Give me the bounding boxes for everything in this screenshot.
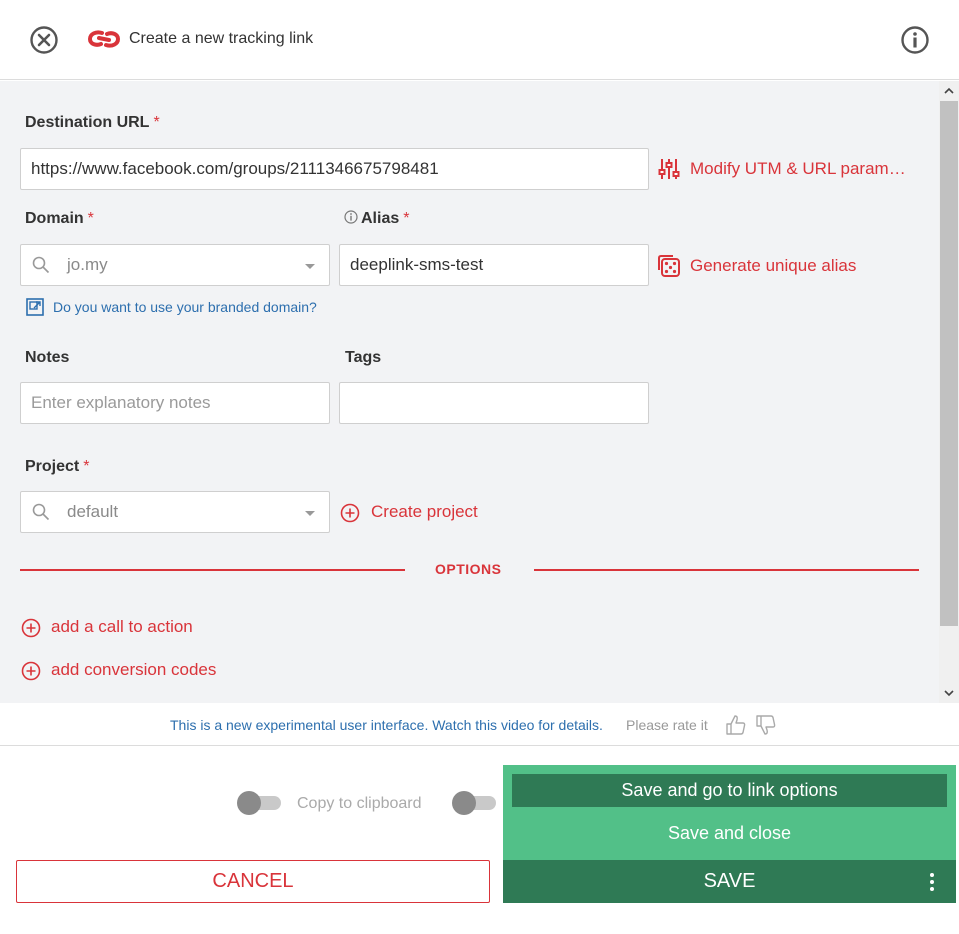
alias-label: Alias * <box>344 210 409 228</box>
feedback-bar: This is a new experimental user interfac… <box>0 704 959 746</box>
thumbs-down-icon[interactable] <box>755 714 777 736</box>
search-icon <box>32 256 50 274</box>
second-option-toggle[interactable] <box>452 791 498 815</box>
info-icon[interactable] <box>900 25 930 55</box>
scroll-thumb[interactable] <box>940 101 958 626</box>
alias-info-icon[interactable] <box>344 210 358 224</box>
project-value: default <box>67 502 119 521</box>
save-and-close[interactable]: Save and close <box>512 817 947 850</box>
page-title: Create a new tracking link <box>129 30 314 47</box>
destination-url-input[interactable]: https://www.facebook.com/groups/21113466… <box>20 148 649 190</box>
chevron-down-icon <box>305 511 315 516</box>
chain-link-logo-icon <box>87 27 121 51</box>
tags-label: Tags <box>345 349 382 366</box>
sliders-icon[interactable] <box>658 158 680 180</box>
rate-it-text: Please rate it <box>626 717 708 733</box>
branded-domain-link[interactable]: Do you want to use your branded domain? <box>53 299 317 315</box>
scroll-down-arrow-icon[interactable] <box>939 683 959 703</box>
domain-value: jo.my <box>67 255 108 274</box>
cancel-button[interactable]: CANCEL <box>16 860 490 903</box>
search-icon <box>32 503 50 521</box>
plus-circle-icon[interactable] <box>21 618 41 638</box>
generate-alias-link[interactable]: Generate unique alias <box>690 256 856 276</box>
domain-label: Domain * <box>25 210 94 227</box>
create-project-link[interactable]: Create project <box>371 502 478 522</box>
scrollbar[interactable] <box>939 81 959 703</box>
thumbs-up-icon[interactable] <box>725 714 747 736</box>
destination-url-label: Destination URL * <box>25 114 160 131</box>
add-call-to-action-link[interactable]: add a call to action <box>51 617 193 637</box>
notes-label: Notes <box>25 349 70 366</box>
form-panel: Destination URL * https://www.facebook.co… <box>0 81 959 703</box>
modify-utm-link[interactable]: Modify UTM & URL param… <box>690 159 906 179</box>
experimental-ui-video-link[interactable]: This is a new experimental user interfac… <box>170 717 603 733</box>
header: Create a new tracking link <box>0 0 959 80</box>
save-button[interactable]: SAVE <box>503 860 956 903</box>
divider-left <box>20 569 405 571</box>
plus-circle-icon[interactable] <box>340 503 360 523</box>
tags-input[interactable] <box>339 382 649 424</box>
divider-right <box>534 569 919 571</box>
plus-circle-icon[interactable] <box>21 661 41 681</box>
copy-to-clipboard-label: Copy to clipboard <box>297 795 422 812</box>
scroll-up-arrow-icon[interactable] <box>939 81 959 101</box>
project-select[interactable]: default <box>20 491 330 533</box>
save-options-menu: Save and go to link options Save and clo… <box>503 765 956 861</box>
notes-input[interactable]: Enter explanatory notes <box>20 382 330 424</box>
branded-domain-icon[interactable] <box>26 298 44 316</box>
options-heading: OPTIONS <box>435 561 502 577</box>
domain-select[interactable]: jo.my <box>20 244 330 286</box>
chevron-down-icon <box>305 264 315 269</box>
dice-icon[interactable] <box>658 255 680 277</box>
copy-to-clipboard-toggle[interactable] <box>237 791 283 815</box>
close-icon[interactable] <box>29 25 59 55</box>
add-conversion-codes-link[interactable]: add conversion codes <box>51 660 216 680</box>
more-vertical-icon[interactable] <box>920 860 944 903</box>
alias-input[interactable]: deeplink-sms-test <box>339 244 649 286</box>
project-label: Project * <box>25 458 90 475</box>
save-and-go-to-link-options[interactable]: Save and go to link options <box>512 774 947 807</box>
